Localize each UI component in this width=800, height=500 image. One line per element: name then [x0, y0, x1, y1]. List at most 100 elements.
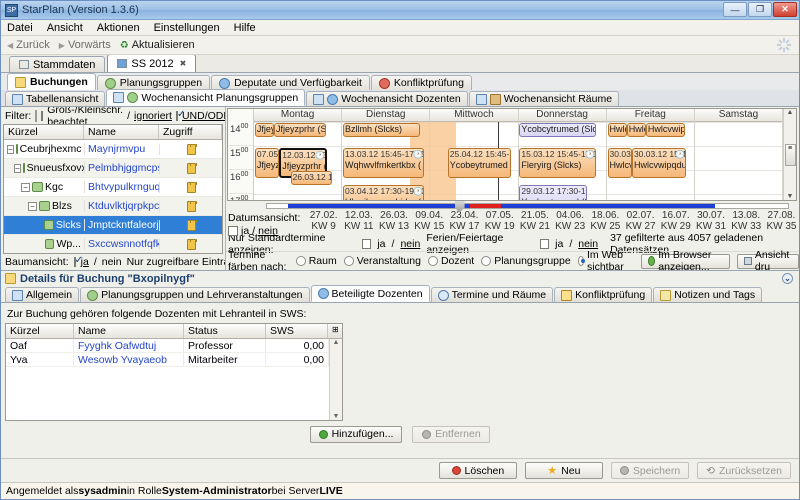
holidays-checkbox[interactable] — [540, 239, 550, 249]
print-view-button[interactable]: Ansicht dru — [736, 249, 799, 273]
menu-item-ansicht[interactable]: Ansicht — [45, 22, 85, 34]
radio-icon[interactable] — [343, 256, 354, 266]
details-tab[interactable]: Planungsgruppen und Lehrveranstaltungen — [80, 287, 310, 302]
tab-close-icon[interactable]: ✖ — [180, 59, 187, 68]
day-column[interactable]: FreitagHwlcvHwlcvHwlcvwipq30.03.Hwlcv30.… — [606, 109, 695, 200]
tab-stammdaten[interactable]: Stammdaten — [9, 56, 106, 72]
details-tab[interactable]: Konfliktprüfung — [554, 287, 653, 302]
table-row[interactable]: − Blzs Ktduvlktjqrpkpcdr... — [4, 197, 222, 216]
treeview-no[interactable]: nein — [102, 256, 122, 268]
details-tab[interactable]: Beteiligte Dozenten — [310, 285, 430, 302]
calendar-event[interactable]: Hwlcv — [626, 123, 646, 137]
calendar-event[interactable]: Hwlcv — [607, 123, 627, 137]
expander-icon[interactable]: − — [7, 144, 14, 154]
scrollbar-thumb[interactable]: ≡ — [784, 143, 796, 166]
remove-lecturer-button[interactable]: Entfernen — [412, 425, 491, 443]
tab-wochenansicht-dozenten[interactable]: Wochenansicht Dozenten — [306, 91, 468, 106]
calendar-scrollbar[interactable]: ▲ ≡ ▼ — [783, 109, 796, 200]
slider-track[interactable] — [266, 200, 789, 213]
speichern-button[interactable]: Speichern — [610, 462, 690, 479]
close-button[interactable]: ✕ — [773, 2, 797, 17]
maximize-button[interactable]: ❐ — [748, 2, 772, 17]
details-tab[interactable]: Termine und Räume — [430, 287, 554, 302]
scroll-up-icon[interactable]: ▲ — [787, 109, 794, 116]
calendar-event[interactable]: 03.04.12 17:30-19:00 (QvUhmiknmmobidnr (… — [343, 185, 425, 200]
table-row[interactable]: − Kgc Bhtvypulkrnguquik... — [4, 178, 222, 197]
back-button[interactable]: ◀ Zurück — [7, 39, 50, 51]
filter-input[interactable] — [35, 109, 38, 122]
tab-wochenansicht-planungsgruppen[interactable]: Wochenansicht Planungsgruppen — [106, 89, 306, 106]
radio-icon[interactable] — [295, 256, 306, 266]
table-row[interactable]: Oaf Fyyghk Oafwdtuj Professor 0,00 — [6, 339, 329, 353]
table-row[interactable]: Slcks Jmptckntfaleorj — [4, 216, 222, 235]
day-column[interactable]: Samstag — [694, 109, 784, 200]
tab-ss-2012[interactable]: SS 2012 ✖ — [107, 54, 197, 72]
menu-item-einstellungen[interactable]: Einstellungen — [152, 22, 222, 34]
table-options-icon[interactable]: ⊞ — [328, 324, 342, 338]
zurcksetzen-button[interactable]: ⟲ Zurücksetzen — [697, 462, 791, 479]
lect-scroll-up-icon[interactable]: ▲ — [333, 339, 340, 346]
expander-icon[interactable]: − — [21, 182, 30, 192]
calendar-event[interactable]: Ycobcytrumed (Slcks) — [519, 123, 597, 137]
details-tab[interactable]: Notizen und Tags — [653, 287, 763, 302]
lect-scroll-down-icon[interactable]: ▼ — [333, 413, 340, 420]
calendar-event[interactable]: 07.05. Jfjeyz — [254, 148, 280, 178]
radio-icon[interactable] — [577, 256, 586, 266]
menu-item-hilfe[interactable]: Hilfe — [232, 22, 258, 34]
and-or-label[interactable]: UND/ODER — [182, 110, 225, 122]
day-column[interactable]: Donnerstag Ycobcytrumed (Slcks) 15.03.12 1… — [518, 109, 607, 200]
calendar-event[interactable]: 25.04.12 15:45-17:1Ycobeytrumed ( — [447, 148, 511, 178]
calendar-event[interactable]: Bzllmh (Slcks) — [343, 123, 420, 137]
coloring-radio-option[interactable]: Veranstaltung — [343, 255, 421, 267]
radio-icon[interactable] — [481, 256, 492, 266]
dateview-checkbox[interactable] — [228, 226, 238, 236]
case-sensitive-label-b[interactable]: ignoriert — [134, 110, 172, 122]
add-lecturer-button[interactable]: Hinzufügen... — [309, 425, 403, 443]
radio-icon[interactable] — [427, 256, 438, 266]
day-column[interactable]: MontagJfjeyzJfjeyzprhr (Slcks)07.05.Jfje… — [254, 109, 343, 200]
coloring-radio-option[interactable]: Planungsgruppe — [481, 255, 571, 267]
date-range-slider[interactable] — [226, 200, 799, 213]
standard-dates-checkbox[interactable] — [362, 239, 372, 249]
neu-button[interactable]: ★ Neu — [524, 462, 603, 479]
menu-item-datei[interactable]: Datei — [5, 22, 35, 34]
calendar-event[interactable]: Jfjeyzprhr (Slcks) — [274, 123, 327, 137]
calendar-event[interactable]: 13.03.12 15:45-17:15 (ZllWqhwvlfmkertkbx… — [343, 148, 425, 178]
calendar-event[interactable]: Hwlcvwipq — [645, 123, 686, 137]
forward-button[interactable]: ▶ Vorwärts — [59, 39, 111, 51]
minimize-button[interactable]: — — [723, 2, 747, 17]
details-tab[interactable]: Allgemein — [5, 287, 80, 302]
lecturers-scrollbar[interactable]: ▲ ▼ — [329, 339, 342, 420]
open-in-browser-button[interactable]: Im Browser anzeigen... — [641, 249, 730, 273]
coloring-radio-option[interactable]: Dozent — [427, 255, 474, 267]
expander-icon[interactable]: − — [28, 201, 37, 211]
calendar-event[interactable]: Jfjeyz — [254, 123, 275, 137]
table-row[interactable]: Wp... Sxccwsnnotfqfkz — [4, 235, 222, 253]
table-row[interactable]: −SnueusfxovxPelmbhjggmcpsip... — [4, 159, 222, 178]
coloring-radio-option[interactable]: Raum — [295, 255, 337, 267]
menu-item-aktionen[interactable]: Aktionen — [95, 22, 142, 34]
tab-wochenansicht-raeume[interactable]: Wochenansicht Räume — [468, 91, 620, 106]
tab-planungsgruppen[interactable]: Planungsgruppen — [96, 75, 211, 90]
and-or-checkbox[interactable] — [175, 109, 185, 121]
scroll-down-icon[interactable]: ▼ — [787, 193, 794, 200]
tab-tabellenansicht[interactable]: Tabellenansicht — [5, 91, 106, 106]
calendar-event[interactable]: 29.03.12 17:30-19:00 (KpeYcobcytrumed (S… — [519, 185, 588, 200]
treeview-checkbox[interactable] — [73, 255, 83, 267]
case-sensitive-checkbox[interactable] — [41, 110, 44, 121]
tab-konfliktpruefung[interactable]: Konfliktprüfung — [370, 75, 472, 90]
expander-icon[interactable]: − — [14, 163, 21, 173]
calendar-event[interactable]: 30.03. Hwlcv — [607, 148, 632, 178]
collapse-panel-icon[interactable]: ⌄ — [782, 273, 793, 284]
day-column[interactable]: Dienstag Bzllmh (Slcks) 13.03.12 15:45-17:… — [342, 109, 431, 200]
calendar-event[interactable]: 15.03.12 15:45-17:15 (WgFleryirg (Slcks)… — [519, 148, 597, 178]
calendar-event[interactable]: 30.03.12 15:45-17Hwlcvwipqdunx (🕐 — [631, 148, 686, 178]
tab-buchungen[interactable]: Buchungen — [7, 73, 96, 90]
table-row[interactable]: Yva Wesowb Yvayaeob Mitarbeiter 0,00 — [6, 353, 329, 367]
lschen-button[interactable]: Löschen — [438, 462, 517, 479]
table-row[interactable]: − Ceubrjhexmc Maynjrmvpu — [4, 140, 222, 159]
day-column[interactable]: Mittwoch 25.04.12 15:45-17:1Ycobeytrumed … — [430, 109, 519, 200]
tab-deputate[interactable]: Deputate und Verfügbarkeit — [211, 75, 370, 90]
calendar-event[interactable]: 26.03.12 17: — [290, 171, 333, 185]
refresh-button[interactable]: ♻ Aktualisieren — [120, 39, 195, 51]
